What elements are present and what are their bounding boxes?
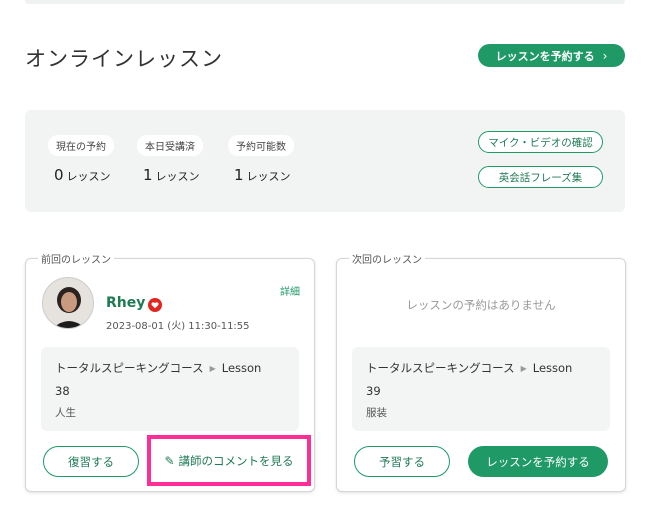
course-info: トータルスピーキングコース ▶ Lesson 38 人生 — [41, 347, 299, 431]
card-legend: 次回のレッスン — [349, 251, 425, 266]
lesson-topic: 服装 — [366, 406, 387, 419]
review-button[interactable]: 復習する — [43, 446, 139, 477]
course-name: トータルスピーキングコース — [366, 361, 515, 375]
lesson-label: Lesson — [221, 361, 262, 375]
course-info: トータルスピーキングコース ▶ Lesson 39 服装 — [352, 347, 610, 431]
chevron-right-icon: › — [602, 48, 608, 63]
pencil-icon: ✎ — [164, 453, 175, 468]
top-strip — [25, 0, 625, 4]
view-tutor-comment-button[interactable]: ✎ 講師のコメントを見る — [147, 435, 311, 486]
lesson-label: Lesson — [532, 361, 573, 375]
view-tutor-comment-label: 講師のコメントを見る — [178, 453, 294, 468]
lesson-stats-panel: 現在の予約 0 レッスン 本日受講済 1 レッスン 予約可能数 1 レッスン マイク・… — [25, 110, 625, 212]
lesson-number: 38 — [55, 383, 70, 398]
reserve-lesson-button[interactable]: レッスンを予約する › — [478, 44, 625, 67]
stat-value: 1 レッスン — [143, 166, 200, 184]
triangle-right-icon: ▶ — [520, 363, 527, 373]
stat-label: 現在の予約 — [48, 135, 114, 156]
reserve-lesson-button-card[interactable]: レッスンを予約する — [468, 446, 608, 477]
previous-lesson-card: 前回のレッスン Rhey 2023-08-01 (火) 11:30-11:55 … — [25, 251, 315, 492]
triangle-right-icon: ▶ — [209, 363, 216, 373]
course-name: トータルスピーキングコース — [55, 361, 204, 375]
lesson-topic: 人生 — [55, 406, 76, 419]
detail-link[interactable]: 詳細 — [280, 283, 300, 298]
stat-available: 予約可能数 1 レッスン — [228, 135, 294, 184]
heart-icon[interactable] — [148, 297, 162, 312]
lesson-datetime: 2023-08-01 (火) 11:30-11:55 — [106, 321, 250, 332]
stat-value: 1 レッスン — [234, 166, 291, 184]
stat-label: 予約可能数 — [228, 135, 294, 156]
lesson-number: 39 — [366, 383, 381, 398]
page-title: オンラインレッスン — [25, 47, 223, 71]
stat-current-reservations: 現在の予約 0 レッスン — [48, 135, 114, 184]
no-reservation-message: レッスンの予約はありません — [406, 298, 556, 312]
phrase-collection-button[interactable]: 英会話フレーズ集 — [478, 166, 603, 188]
avatar[interactable] — [42, 277, 94, 329]
stat-value: 0 レッスン — [54, 166, 111, 184]
preview-button[interactable]: 予習する — [354, 446, 450, 477]
mic-video-check-button[interactable]: マイク・ビデオの確認 — [478, 131, 603, 153]
next-lesson-card: 次回のレッスン レッスンの予約はありません トータルスピーキングコース ▶ Less… — [336, 251, 626, 492]
card-legend: 前回のレッスン — [38, 251, 114, 266]
stat-label: 本日受講済 — [137, 135, 203, 156]
tutor-name[interactable]: Rhey — [106, 295, 145, 311]
stat-taken-today: 本日受講済 1 レッスン — [137, 135, 203, 184]
reserve-lesson-label: レッスンを予約する — [495, 49, 595, 63]
